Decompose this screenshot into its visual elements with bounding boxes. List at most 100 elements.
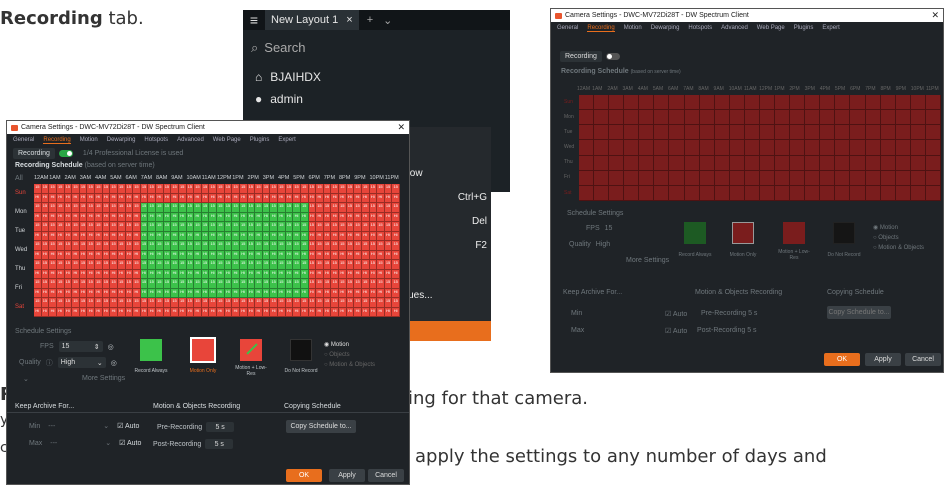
schedule-cell[interactable]: 15 — [79, 203, 88, 213]
schedule-cell[interactable] — [684, 155, 700, 171]
schedule-cell[interactable]: Hi — [262, 212, 271, 222]
schedule-cell[interactable]: Hi — [217, 212, 225, 222]
post-recording-value[interactable]: 5 s — [747, 327, 756, 334]
hour-label[interactable]: 6PM — [309, 175, 324, 181]
schedule-cell[interactable]: 15 — [125, 260, 134, 270]
schedule-cell[interactable]: Hi — [323, 269, 332, 279]
schedule-cell[interactable]: 15 — [163, 260, 172, 270]
schedule-cell[interactable]: Hi — [285, 288, 294, 298]
schedule-cell[interactable] — [865, 185, 881, 201]
schedule-cell[interactable]: 15 — [217, 279, 225, 289]
schedule-cell[interactable]: 15 — [178, 279, 187, 289]
schedule-cell[interactable]: 15 — [125, 279, 134, 289]
schedule-cell[interactable]: 15 — [79, 184, 88, 194]
schedule-cell[interactable]: Hi — [34, 231, 42, 241]
schedule-cell[interactable]: Hi — [217, 307, 225, 317]
schedule-cell[interactable]: Hi — [361, 212, 370, 222]
schedule-cell[interactable]: 15 — [41, 279, 50, 289]
schedule-cell[interactable]: Hi — [95, 269, 103, 279]
schedule-cell[interactable]: Hi — [133, 212, 141, 222]
schedule-cell[interactable]: 15 — [255, 203, 263, 213]
schedule-cell[interactable]: 15 — [201, 298, 210, 308]
schedule-cell[interactable]: 15 — [239, 298, 248, 308]
schedule-cell[interactable]: 15 — [64, 260, 73, 270]
schedule-cell[interactable]: 15 — [270, 260, 278, 270]
schedule-cell[interactable]: Hi — [354, 307, 362, 317]
schedule-cell[interactable]: Hi — [201, 288, 210, 298]
day-label[interactable]: Tue — [564, 125, 578, 140]
schedule-cell[interactable]: 15 — [217, 241, 225, 251]
schedule-cell[interactable]: Hi — [316, 231, 324, 241]
schedule-cell[interactable]: Hi — [49, 288, 57, 298]
schedule-cell[interactable] — [775, 125, 791, 141]
schedule-cell[interactable]: 15 — [79, 279, 88, 289]
schedule-cell[interactable] — [639, 95, 655, 111]
tab-web-page[interactable]: Web Page — [213, 137, 241, 144]
schedule-cell[interactable]: 15 — [316, 203, 324, 213]
schedule-cell[interactable]: 15 — [300, 241, 309, 251]
schedule-cell[interactable]: 15 — [361, 222, 370, 232]
schedule-cell[interactable]: Hi — [262, 250, 271, 260]
schedule-cell[interactable]: Hi — [346, 231, 355, 241]
schedule-cell[interactable]: 15 — [34, 241, 42, 251]
schedule-cell[interactable]: Hi — [34, 250, 42, 260]
schedule-cell[interactable] — [654, 185, 670, 201]
cancel-button[interactable]: Cancel — [905, 353, 941, 366]
schedule-cell[interactable] — [865, 155, 881, 171]
schedule-grid[interactable]: 15 15 15 15 15 15 15 15 15 15 15 15 15 15 15 15 15 15 15 15… — [34, 184, 400, 317]
schedule-cell[interactable]: Hi — [316, 212, 324, 222]
schedule-cell[interactable]: 15 — [323, 184, 332, 194]
schedule-cell[interactable]: Hi — [34, 307, 42, 317]
schedule-cell[interactable]: Hi — [323, 212, 332, 222]
schedule-cell[interactable]: Hi — [102, 193, 111, 203]
hour-label[interactable]: 3AM — [80, 175, 95, 181]
schedule-cell[interactable] — [594, 95, 610, 111]
schedule-cell[interactable]: Hi — [156, 307, 164, 317]
hour-label[interactable]: 11AM — [202, 175, 217, 181]
schedule-cell[interactable]: 15 — [140, 222, 149, 232]
schedule-cell[interactable]: 15 — [354, 222, 362, 232]
schedule-cell[interactable]: 15 — [171, 260, 179, 270]
schedule-cell[interactable]: Hi — [392, 288, 400, 298]
schedule-cell[interactable]: 15 — [87, 260, 95, 270]
tab-hotspots[interactable]: Hotspots — [144, 137, 168, 144]
schedule-cell[interactable]: Hi — [278, 269, 286, 279]
schedule-cell[interactable] — [775, 95, 791, 111]
schedule-cell[interactable] — [925, 140, 941, 156]
schedule-cell[interactable] — [880, 185, 896, 201]
schedule-cell[interactable]: 15 — [361, 279, 370, 289]
schedule-cell[interactable]: Hi — [369, 193, 378, 203]
schedule-cell[interactable]: 15 — [247, 279, 256, 289]
schedule-cell[interactable]: Hi — [278, 231, 286, 241]
schedule-cell[interactable]: 15 — [64, 241, 73, 251]
tab-general[interactable]: General — [557, 25, 578, 32]
schedule-cell[interactable]: Hi — [339, 288, 347, 298]
schedule-cell[interactable]: 15 — [209, 260, 217, 270]
schedule-cell[interactable]: 15 — [285, 241, 294, 251]
schedule-cell[interactable]: Hi — [87, 288, 95, 298]
schedule-cell[interactable] — [850, 95, 866, 111]
schedule-cell[interactable] — [925, 125, 941, 141]
schedule-cell[interactable]: Hi — [308, 288, 317, 298]
schedule-cell[interactable]: Hi — [133, 307, 141, 317]
close-icon[interactable]: ✕ — [397, 122, 405, 133]
schedule-cell[interactable]: 15 — [354, 298, 362, 308]
schedule-cell[interactable]: Hi — [354, 231, 362, 241]
schedule-cell[interactable]: Hi — [64, 212, 73, 222]
schedule-cell[interactable]: Hi — [285, 269, 294, 279]
schedule-cell[interactable] — [639, 155, 655, 171]
schedule-cell[interactable]: Hi — [194, 288, 202, 298]
schedule-cell[interactable] — [639, 170, 655, 186]
tab-general[interactable]: General — [13, 137, 34, 144]
schedule-cell[interactable] — [744, 170, 760, 186]
schedule-cell[interactable]: Hi — [79, 231, 88, 241]
schedule-cell[interactable] — [714, 125, 730, 141]
schedule-cell[interactable]: 15 — [392, 184, 400, 194]
schedule-cell[interactable]: Hi — [339, 250, 347, 260]
hour-label[interactable]: 10PM — [370, 175, 385, 181]
schedule-cell[interactable]: Hi — [148, 212, 156, 222]
schedule-cell[interactable]: 15 — [56, 298, 65, 308]
schedule-cell[interactable]: Hi — [270, 250, 278, 260]
schedule-cell[interactable]: Hi — [64, 193, 73, 203]
schedule-cell[interactable]: Hi — [255, 307, 263, 317]
